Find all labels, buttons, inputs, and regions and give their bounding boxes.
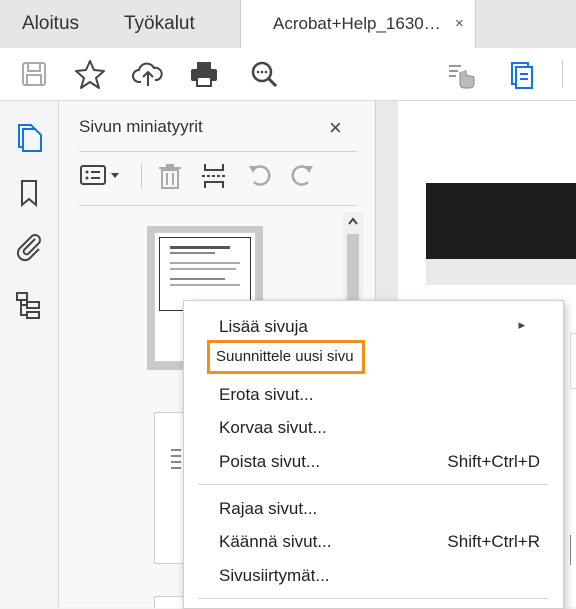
menu-item-delete-pages[interactable]: Poista sivut...	[219, 452, 320, 472]
zoom-icon[interactable]	[248, 58, 280, 90]
tab-home[interactable]: Aloitus	[22, 0, 79, 48]
menu-item-rotate-pages[interactable]: Käännä sivut...	[219, 532, 331, 552]
tab-tools[interactable]: Työkalut	[124, 0, 195, 48]
tab-document-label: Acrobat+Help_1630…	[273, 14, 441, 33]
menu-item-add-pages[interactable]: Lisää sivuja	[219, 317, 308, 337]
menu-item-design-new-page[interactable]: Suunnittele uusi sivu	[216, 348, 354, 365]
page-thumbnails-icon[interactable]	[506, 58, 538, 90]
navigation-rail	[0, 101, 59, 607]
page-banner-shadow	[426, 259, 576, 285]
menu-item-page-transitions[interactable]: Sivusiirtymät...	[219, 566, 330, 586]
save-icon[interactable]	[18, 58, 50, 90]
insert-icon[interactable]	[199, 161, 229, 191]
divider	[141, 163, 142, 189]
redo-icon[interactable]	[287, 161, 317, 191]
panel-close-icon[interactable]: ×	[329, 115, 342, 141]
trash-icon[interactable]	[155, 161, 185, 191]
shortcut-rotate-pages: Shift+Ctrl+R	[447, 532, 540, 551]
upload-cloud-icon[interactable]	[132, 58, 164, 90]
options-icon[interactable]	[79, 161, 123, 191]
tab-document[interactable]: Acrobat+Help_1630… ×	[240, 0, 476, 48]
toolbar-divider	[562, 60, 563, 88]
tab-close-icon[interactable]: ×	[455, 0, 464, 48]
scroll-up-icon[interactable]	[347, 216, 359, 226]
divider	[79, 151, 357, 152]
toolbar	[0, 48, 576, 101]
print-icon[interactable]	[188, 58, 220, 90]
star-icon[interactable]	[74, 58, 106, 90]
menu-divider	[198, 598, 548, 599]
page-box	[570, 333, 576, 389]
panel-title: Sivun miniatyyrit	[79, 117, 203, 136]
structure-icon[interactable]	[13, 289, 45, 321]
page-thumbnails-icon[interactable]	[13, 121, 45, 153]
bookmark-icon[interactable]	[13, 177, 45, 209]
page-rule	[570, 535, 576, 565]
menu-item-split-pages[interactable]: Erota sivut...	[219, 385, 313, 405]
page-banner	[426, 183, 576, 259]
tab-bar: Aloitus Työkalut Acrobat+Help_1630… ×	[0, 0, 576, 48]
context-menu: Lisää sivuja ▸ Suunnittele uusi sivu Ero…	[183, 300, 564, 609]
undo-icon[interactable]	[245, 161, 275, 191]
shortcut-delete-pages: Shift+Ctrl+D	[447, 452, 540, 471]
hand-pointer-icon[interactable]	[446, 58, 478, 90]
menu-item-replace-pages[interactable]: Korvaa sivut...	[219, 418, 327, 438]
divider	[79, 205, 357, 206]
menu-divider	[198, 484, 548, 485]
menu-item-crop-pages[interactable]: Rajaa sivut...	[219, 499, 317, 519]
attachment-icon[interactable]	[13, 231, 45, 263]
submenu-arrow-icon: ▸	[518, 317, 525, 332]
